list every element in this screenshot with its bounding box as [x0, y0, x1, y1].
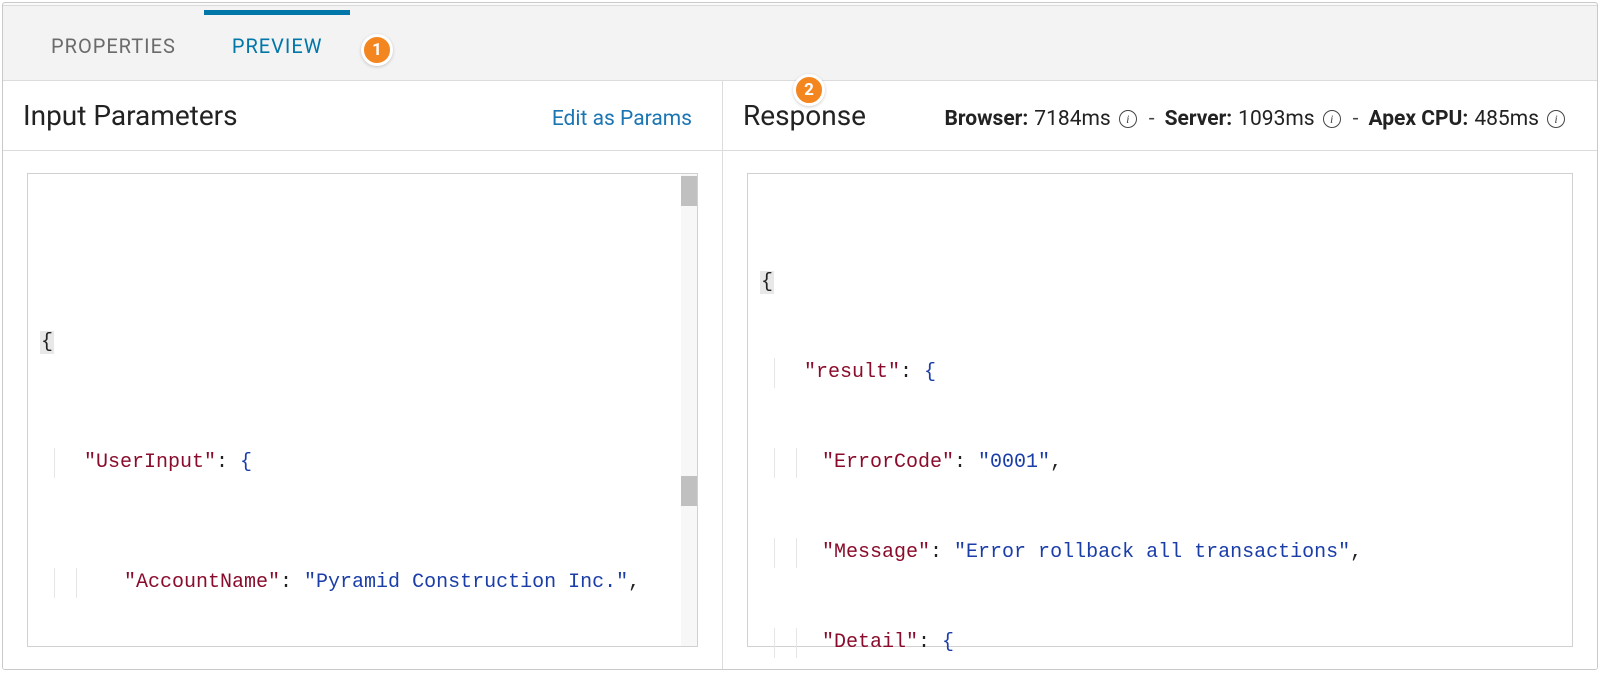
- timing-apex-label: Apex CPU:: [1368, 107, 1468, 131]
- scrollbar-thumb[interactable]: [681, 176, 697, 206]
- input-pane-header: Input Parameters Edit as Params: [3, 81, 722, 151]
- split-container: Input Parameters Edit as Params {: [3, 81, 1597, 669]
- callout-badge-1: 1: [361, 34, 393, 66]
- input-code-box[interactable]: { "UserInput": { "AccountName": "Pyramid…: [27, 173, 698, 647]
- input-code-wrap: { "UserInput": { "AccountName": "Pyramid…: [3, 151, 722, 669]
- json-key: "UserInput": [84, 451, 216, 474]
- json-value: "Error rollback all transactions": [954, 541, 1350, 564]
- info-icon[interactable]: i: [1119, 110, 1137, 128]
- callout-badge-2: 2: [793, 74, 825, 106]
- json-value: "Pyramid Construction Inc.": [304, 571, 628, 594]
- json-key: "Detail": [822, 631, 918, 654]
- panel-inner: PROPERTIES PREVIEW 1 2 Input Parameters …: [3, 5, 1597, 669]
- tab-bar: PROPERTIES PREVIEW 1 2: [3, 6, 1597, 81]
- tab-preview[interactable]: PREVIEW: [204, 12, 351, 80]
- timing-apex-value: 485ms: [1474, 107, 1539, 131]
- timing-browser-value: 7184ms: [1034, 107, 1110, 131]
- edit-as-params-link[interactable]: Edit as Params: [552, 107, 692, 131]
- timing-sep: -: [1353, 107, 1359, 131]
- response-pane-header: Response Browser: 7184ms i - Server: 109…: [723, 81, 1597, 151]
- json-key: "AccountName": [124, 571, 280, 594]
- input-pane: Input Parameters Edit as Params {: [3, 81, 723, 669]
- timing-bar: Browser: 7184ms i - Server: 1093ms i - A…: [945, 107, 1568, 131]
- timing-sep: -: [1149, 107, 1155, 131]
- json-key: "ErrorCode": [822, 451, 954, 474]
- panel-frame: PROPERTIES PREVIEW 1 2 Input Parameters …: [2, 2, 1598, 670]
- timing-server-value: 1093ms: [1238, 107, 1314, 131]
- response-code-wrap: { "result": { "ErrorCode": "0001",: [723, 151, 1597, 669]
- timing-server-label: Server:: [1165, 107, 1233, 131]
- response-code-box[interactable]: { "result": { "ErrorCode": "0001",: [747, 173, 1573, 647]
- json-value: "0001": [978, 451, 1050, 474]
- tab-properties[interactable]: PROPERTIES: [23, 12, 204, 80]
- timing-browser-label: Browser:: [945, 107, 1029, 131]
- scrollbar-thumb[interactable]: [681, 476, 697, 506]
- response-pane: Response Browser: 7184ms i - Server: 109…: [723, 81, 1597, 669]
- info-icon[interactable]: i: [1323, 110, 1341, 128]
- json-key: "Message": [822, 541, 930, 564]
- input-pane-title: Input Parameters: [23, 99, 238, 132]
- info-icon[interactable]: i: [1547, 110, 1565, 128]
- json-key: "result": [804, 361, 900, 384]
